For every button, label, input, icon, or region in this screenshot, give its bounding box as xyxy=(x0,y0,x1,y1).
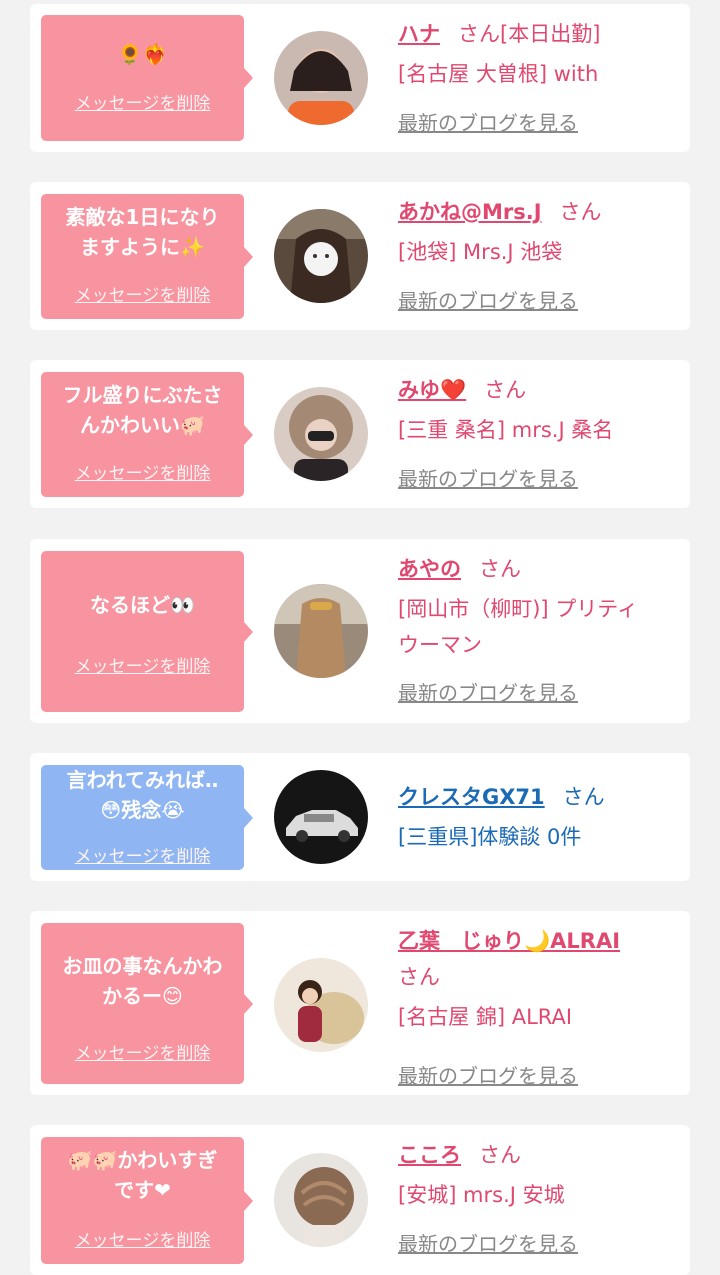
message-text: 🐖🐖かわいすぎ です❤ xyxy=(67,1148,218,1202)
profile-name-link[interactable]: あやの xyxy=(398,557,461,581)
message-card: 🐖🐖かわいすぎ です❤ メッセージを削除 こころ さん [安城] mrs.J 安城… xyxy=(30,1125,690,1275)
latest-blog-link[interactable]: 最新のブログを見る xyxy=(398,1061,578,1091)
avatar[interactable] xyxy=(274,584,368,678)
message-text: なるほど👀 xyxy=(90,593,195,617)
shop-label: [池袋] Mrs.J 池袋 xyxy=(398,240,563,264)
status-tag: [本日出勤] xyxy=(500,22,601,46)
delete-message-link[interactable]: メッセージを削除 xyxy=(41,281,244,306)
shop-label: [三重 桑名] mrs.J 桑名 xyxy=(398,418,614,442)
honorific: さん xyxy=(458,22,500,46)
latest-blog-link[interactable]: 最新のブログを見る xyxy=(398,464,578,494)
honorific: さん xyxy=(398,965,440,989)
delete-message-link[interactable]: メッセージを削除 xyxy=(41,652,244,677)
latest-blog-link[interactable]: 最新のブログを見る xyxy=(398,108,578,138)
message-card: フル盛りにぶたさ んかわいい🐖 メッセージを削除 みゆ❤️ さん [三重 桑名] … xyxy=(30,360,690,508)
message-bubble: お皿の事なんかわ かるー😊 メッセージを削除 xyxy=(41,923,253,1084)
honorific: さん xyxy=(559,200,602,224)
profile-name-link[interactable]: クレスタGX71 xyxy=(398,785,545,809)
shop-label: [安城] mrs.J 安城 xyxy=(398,1183,565,1207)
profile-name-link[interactable]: みゆ❤️ xyxy=(398,378,466,402)
message-text: フル盛りにぶたさ んかわいい🐖 xyxy=(62,383,223,437)
honorific: さん xyxy=(484,378,527,402)
delete-message-link[interactable]: メッセージを削除 xyxy=(41,1226,244,1251)
message-bubble: 言われてみれば‥ 😳残念😭 メッセージを削除 xyxy=(41,765,253,870)
message-bubble: 🐖🐖かわいすぎ です❤ メッセージを削除 xyxy=(41,1137,253,1264)
message-bubble: なるほど👀 メッセージを削除 xyxy=(41,551,253,712)
message-bubble: フル盛りにぶたさ んかわいい🐖 メッセージを削除 xyxy=(41,372,253,497)
profile-name-link[interactable]: ハナ xyxy=(398,22,440,46)
shop-label: [三重県]体験談 0件 xyxy=(398,825,582,849)
message-card: なるほど👀 メッセージを削除 あやの さん [岡山市（柳町)] プリティ ウーマン… xyxy=(30,539,690,723)
honorific: さん xyxy=(479,1143,521,1167)
avatar[interactable] xyxy=(274,958,368,1052)
delete-message-link[interactable]: メッセージを削除 xyxy=(41,842,244,867)
delete-message-link[interactable]: メッセージを削除 xyxy=(41,1039,244,1064)
shop-label: [名古屋 錦] ALRAI xyxy=(398,1005,573,1029)
honorific: さん xyxy=(479,557,521,581)
shop-label: [名古屋 大曽根] with xyxy=(398,62,599,86)
latest-blog-link[interactable]: 最新のブログを見る xyxy=(398,678,578,708)
message-text: 🌻❤️‍🔥 xyxy=(117,42,168,66)
avatar[interactable] xyxy=(274,770,368,864)
message-bubble: 素敵な1日になり ますように✨ メッセージを削除 xyxy=(41,194,253,319)
profile-name-link[interactable]: 乙葉 じゅり🌙ALRAI xyxy=(398,929,620,953)
latest-blog-link[interactable]: 最新のブログを見る xyxy=(398,286,578,316)
message-card: お皿の事なんかわ かるー😊 メッセージを削除 乙葉 じゅり🌙ALRAI さん [… xyxy=(30,911,690,1095)
message-card: 言われてみれば‥ 😳残念😭 メッセージを削除 クレスタGX71 さん [三重県]体… xyxy=(30,753,690,881)
latest-blog-link[interactable]: 最新のブログを見る xyxy=(398,1229,578,1259)
honorific: さん xyxy=(562,785,605,809)
message-text: 言われてみれば‥ 😳残念😭 xyxy=(66,768,219,822)
profile-name-link[interactable]: こころ xyxy=(398,1143,461,1167)
message-bubble: 🌻❤️‍🔥 メッセージを削除 xyxy=(41,15,253,141)
profile-name-link[interactable]: あかね@Mrs.J xyxy=(398,200,542,224)
message-text: 素敵な1日になり ますように✨ xyxy=(65,205,220,259)
avatar[interactable] xyxy=(274,31,368,125)
avatar[interactable] xyxy=(274,209,368,303)
delete-message-link[interactable]: メッセージを削除 xyxy=(41,459,244,484)
message-card: 素敵な1日になり ますように✨ メッセージを削除 あかね@Mrs.J さん [池袋… xyxy=(30,182,690,330)
message-card: 🌻❤️‍🔥 メッセージを削除 ハナ さん[本日出勤] [名古屋 大曽根] with… xyxy=(30,4,690,152)
shop-label: [岡山市（柳町)] プリティ ウーマン xyxy=(398,597,638,657)
message-text: お皿の事なんかわ かるー😊 xyxy=(62,954,223,1008)
avatar[interactable] xyxy=(274,387,368,481)
delete-message-link[interactable]: メッセージを削除 xyxy=(41,89,244,114)
avatar[interactable] xyxy=(274,1153,368,1247)
